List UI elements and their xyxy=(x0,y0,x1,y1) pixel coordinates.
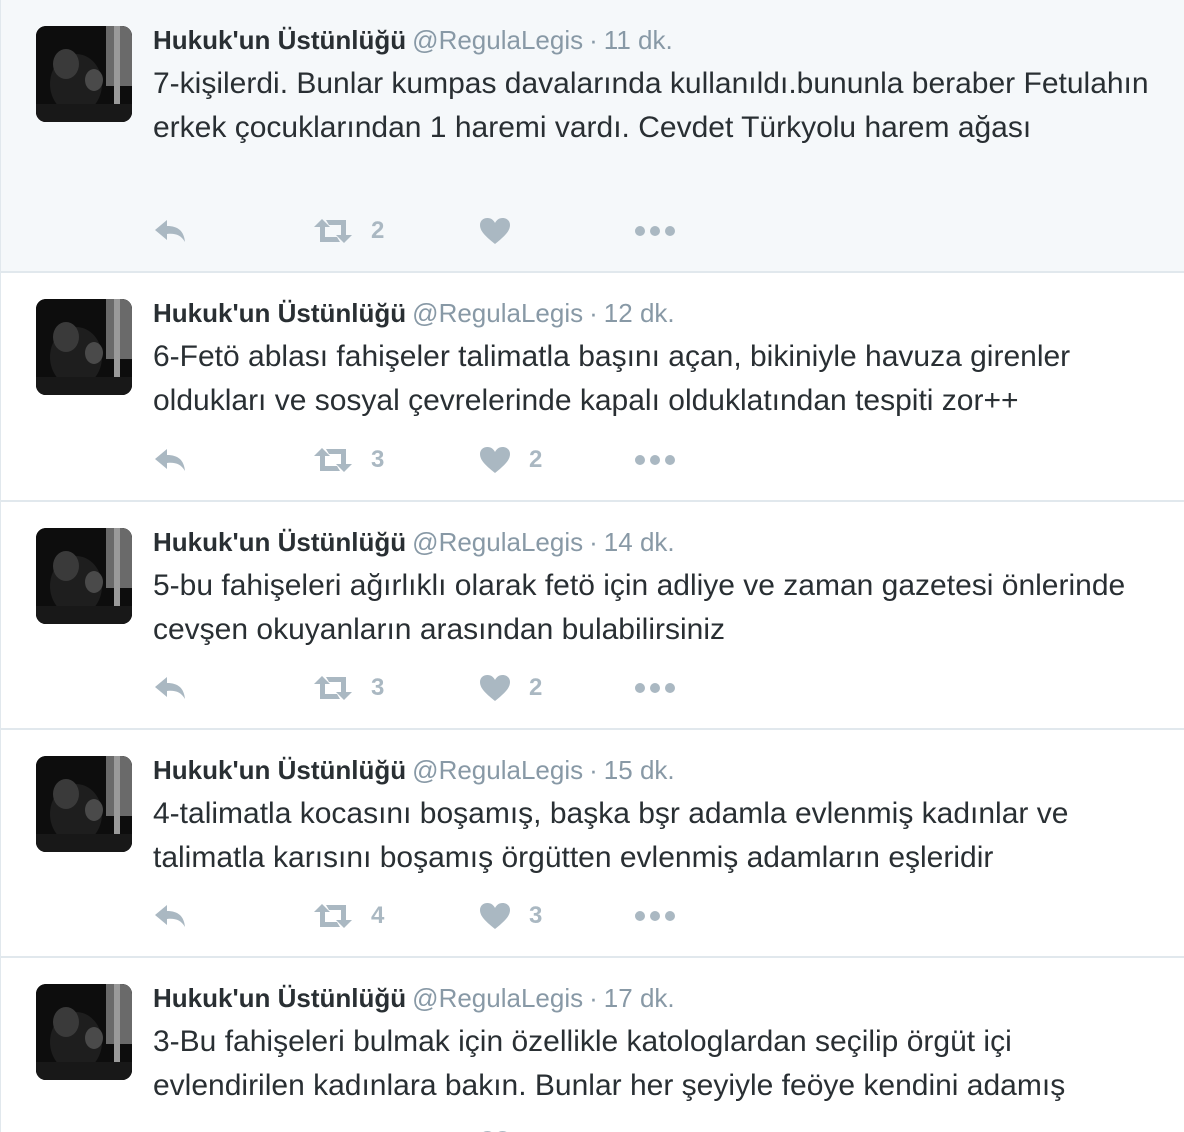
retweet-count: 4 xyxy=(371,902,385,929)
more-dots-icon xyxy=(635,683,675,693)
more-button[interactable] xyxy=(635,896,675,936)
tweet-timestamp[interactable]: 15 dk. xyxy=(604,755,675,785)
tweet-item[interactable]: Hukuk'un Üstünlüğü @RegulaLegis · 11 dk. 7-… xyxy=(1,0,1184,273)
tweet-text: 7-kişilerdi. Bunlar kumpas davalarında k… xyxy=(153,67,1149,144)
tweet-timeline: Hukuk'un Üstünlüğü @RegulaLegis · 11 dk. 7-… xyxy=(0,0,1184,1132)
tweet-timestamp[interactable]: 14 dk. xyxy=(604,527,675,557)
retweet-icon xyxy=(314,904,352,928)
tweet-item[interactable]: Hukuk'un Üstünlüğü @RegulaLegis · 15 dk. 4-… xyxy=(1,730,1184,958)
avatar[interactable] xyxy=(36,299,132,395)
tweet-timestamp[interactable]: 11 dk. xyxy=(604,25,673,55)
like-button[interactable]: 3 xyxy=(479,896,542,936)
avatar[interactable] xyxy=(36,26,132,122)
tweet-header: Hukuk'un Üstünlüğü @RegulaLegis · 15 dk. xyxy=(153,754,675,786)
retweet-button[interactable]: 3 xyxy=(313,668,384,708)
reply-icon xyxy=(155,449,185,471)
reply-button[interactable] xyxy=(153,211,187,251)
reply-button[interactable] xyxy=(153,668,187,708)
tweet-header: Hukuk'un Üstünlüğü @RegulaLegis · 17 dk. xyxy=(153,982,675,1014)
avatar[interactable] xyxy=(36,984,132,1080)
retweet-count: 3 xyxy=(371,446,385,473)
like-button[interactable]: 2 xyxy=(479,440,542,480)
more-dots-icon xyxy=(635,911,675,921)
tweet-text: 3-Bu fahişeleri bulmak için özellikle ka… xyxy=(153,1025,1066,1102)
like-count: 2 xyxy=(529,446,543,473)
reply-icon xyxy=(155,220,185,242)
more-button[interactable] xyxy=(635,440,675,480)
avatar[interactable] xyxy=(36,528,132,624)
tweet-text: 6-Fetö ablası fahişeler talimatla başını… xyxy=(153,340,1071,417)
author-name[interactable]: Hukuk'un Üstünlüğü xyxy=(153,755,406,785)
author-handle[interactable]: @RegulaLegis xyxy=(412,527,583,557)
like-count: 2 xyxy=(529,674,543,701)
tweet-timestamp[interactable]: 17 dk. xyxy=(604,983,675,1013)
reply-button[interactable] xyxy=(153,1124,187,1132)
reply-button[interactable] xyxy=(153,896,187,936)
tweet-actions xyxy=(153,1124,753,1132)
retweet-count: 3 xyxy=(371,674,385,701)
author-name[interactable]: Hukuk'un Üstünlüğü xyxy=(153,527,406,557)
like-count: 3 xyxy=(529,902,543,929)
tweet-item[interactable]: Hukuk'un Üstünlüğü @RegulaLegis · 14 dk. 5-… xyxy=(1,502,1184,730)
reply-icon xyxy=(155,905,185,927)
heart-icon xyxy=(480,903,510,929)
retweet-icon xyxy=(314,219,352,243)
tweet-item[interactable]: Hukuk'un Üstünlüğü @RegulaLegis · 17 dk. 3-… xyxy=(1,958,1184,1132)
author-handle[interactable]: @RegulaLegis xyxy=(412,25,583,55)
tweet-timestamp[interactable]: 12 dk. xyxy=(604,298,675,328)
more-button[interactable] xyxy=(635,1124,675,1132)
heart-icon xyxy=(480,447,510,473)
author-handle[interactable]: @RegulaLegis xyxy=(412,755,583,785)
retweet-button[interactable]: 3 xyxy=(313,440,384,480)
tweet-actions: 4 3 xyxy=(153,896,753,936)
separator-dot: · xyxy=(589,983,598,1013)
retweet-button[interactable] xyxy=(313,1124,371,1132)
separator-dot: · xyxy=(589,25,598,55)
author-handle[interactable]: @RegulaLegis xyxy=(412,298,583,328)
tweet-header: Hukuk'un Üstünlüğü @RegulaLegis · 11 dk. xyxy=(153,24,673,56)
tweet-header: Hukuk'un Üstünlüğü @RegulaLegis · 12 dk. xyxy=(153,297,675,329)
author-handle[interactable]: @RegulaLegis xyxy=(412,983,583,1013)
author-name[interactable]: Hukuk'un Üstünlüğü xyxy=(153,298,406,328)
author-name[interactable]: Hukuk'un Üstünlüğü xyxy=(153,25,406,55)
like-button[interactable] xyxy=(479,211,529,251)
more-button[interactable] xyxy=(635,211,675,251)
like-button[interactable] xyxy=(479,1124,529,1132)
reply-button[interactable] xyxy=(153,440,187,480)
author-name[interactable]: Hukuk'un Üstünlüğü xyxy=(153,983,406,1013)
separator-dot: · xyxy=(589,755,598,785)
retweet-count: 2 xyxy=(371,217,385,244)
separator-dot: · xyxy=(589,527,598,557)
separator-dot: · xyxy=(589,298,598,328)
tweet-actions: 3 2 xyxy=(153,668,753,708)
tweet-header: Hukuk'un Üstünlüğü @RegulaLegis · 14 dk. xyxy=(153,526,675,558)
tweet-actions: 3 2 xyxy=(153,440,753,480)
retweet-icon xyxy=(314,676,352,700)
avatar[interactable] xyxy=(36,756,132,852)
heart-icon xyxy=(480,218,510,244)
tweet-item[interactable]: Hukuk'un Üstünlüğü @RegulaLegis · 12 dk. 6-… xyxy=(1,273,1184,502)
retweet-icon xyxy=(314,448,352,472)
tweet-text: 4-talimatla kocasını boşamış, başka bşr … xyxy=(153,797,1069,874)
tweet-actions: 2 xyxy=(153,211,753,251)
heart-icon xyxy=(480,675,510,701)
tweet-text: 5-bu fahişeleri ağırlıklı olarak fetö iç… xyxy=(153,569,1126,646)
more-dots-icon xyxy=(635,455,675,465)
retweet-button[interactable]: 4 xyxy=(313,896,384,936)
like-button[interactable]: 2 xyxy=(479,668,542,708)
more-button[interactable] xyxy=(635,668,675,708)
retweet-button[interactable]: 2 xyxy=(313,211,384,251)
reply-icon xyxy=(155,677,185,699)
more-dots-icon xyxy=(635,226,675,236)
